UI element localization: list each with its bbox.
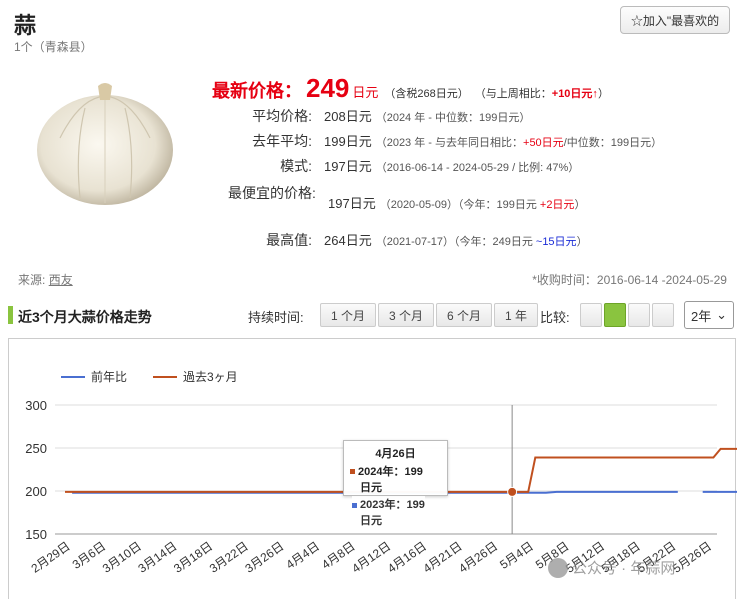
tooltip-2024-unit: 日元 [360,482,382,494]
tooltip-date: 4月26日 [375,448,416,460]
tooltip-2023-value: 2023年：199 [360,499,425,511]
latest-price-label: 最新价格： [212,81,302,101]
stat-highest-note: （2021-07-17）（今年：249日元 ~15日元） [376,233,588,249]
x-tick-label: 4月12日 [349,539,393,576]
note-red: +2日元 [539,199,575,211]
x-tick-label: 5月26日 [670,539,714,576]
year-select-value: 2年 [691,308,712,324]
page-title: 蒜 [14,13,37,38]
square-icon [350,468,355,474]
note-blue: ~15日元 [535,236,577,248]
compare-label: 比较: [540,310,570,325]
stat-cheapest: 197日元 （2020-05-09）（今年：199日元 +2日元） [328,193,585,212]
duration-buttons: 1 个月 3 个月 6 个月 1 年 [320,303,540,327]
compare-toggle-4[interactable] [652,303,674,327]
source-label: 来源: [18,273,46,287]
stat-highest-label: 最高值: [266,232,312,248]
duration-6-month-button[interactable]: 6 个月 [436,303,493,327]
garlic-image [37,83,173,205]
x-tick-label: 4月26日 [456,539,500,576]
x-tick-label: 3月18日 [171,539,215,576]
duration-label: 持续时间: [248,310,304,325]
legend-label: 過去3ヶ月 [183,370,238,384]
compare-toggles [580,303,674,327]
stat-cheapest-label: 最便宜的价格: [228,185,316,201]
duration-1-month-button[interactable]: 1 个月 [320,303,377,327]
compare-value: +10日元↑ [551,88,598,100]
section-accent-bar [8,306,13,324]
x-tick-label: 3月26日 [242,539,286,576]
compare-toggle-2[interactable] [604,303,626,327]
x-tick-label: 2月29日 [29,539,73,576]
legend-label: 前年比 [91,369,127,384]
chart-tooltip: 4月26日 2024年：199 日元 [343,440,448,496]
stat-average-note: （2024 年 - 中位数：199日元） [375,112,531,124]
stat-average-label: 平均价格: [252,108,312,124]
x-tick-label: 4月16日 [385,539,429,576]
latest-price-value: 249 [306,73,350,103]
x-tick-label: 4月21日 [421,539,465,576]
year-select[interactable]: 2年 ⌄ [684,301,734,329]
x-tick-label: 4月4日 [283,539,322,572]
stat-mode: 模式: 197日元 （2016-06-14 - 2024-05-29 / 比例:… [220,156,579,176]
stat-highest-value: 264日元 [324,233,372,248]
y-tick-label: 150 [25,527,47,542]
watermark-text: 公众号 · 年蒜网 [572,560,676,577]
y-tick-label: 300 [25,398,47,413]
stat-mode-note: （2016-06-14 - 2024-05-29 / 比例: 47%） [375,162,580,174]
note-post: ） [576,236,588,248]
compare-toggle-1[interactable] [580,303,602,327]
stat-last-year-note: （2023 年 - 与去年同日相比：+50日元/中位数：199日元） [376,134,662,150]
compare-prefix: （与上周相比： [474,88,552,100]
note-pre: （2023 年 - 与去年同日相比： [375,137,524,149]
stat-last-year-label: 去年平均: [252,133,312,149]
note-post: /中位数：199日元） [563,137,663,149]
latest-price-compare: （与上周相比：+10日元↑） [475,85,609,101]
stat-average-value: 208日元 [324,109,372,124]
y-tick-label: 250 [25,441,47,456]
x-tick-label: 5月4日 [497,539,536,572]
x-tick-label: 3月22日 [207,539,251,576]
note-red: +50日元 [523,137,564,149]
add-favorite-label: ☆加入"最喜欢的 [630,13,720,28]
chevron-down-icon: ⌄ [716,307,727,322]
duration-1-year-button[interactable]: 1 年 [494,303,539,327]
stat-mode-value: 197日元 [324,159,372,174]
tooltip-2024-value: 2024年：199 [358,466,423,478]
wechat-icon [548,557,568,578]
tooltip-row-2024: 2024年：199 [350,463,441,479]
compare-toggle-3[interactable] [628,303,650,327]
tooltip-2023-unit: 日元 [360,515,382,527]
tooltip-row-2023: 2023年：199 日元 [352,496,425,528]
stat-highest: 最高值: 264日元 （2021-07-17）（今年：249日元 ~15日元） [220,230,588,250]
product-subtitle: 1个（青森县） [14,40,93,54]
stat-mode-label: 模式: [280,158,312,174]
section-title: 近3个月大蒜价格走势 [18,309,152,325]
latest-price-unit: 日元 [352,85,379,100]
x-tick-label: 3月14日 [136,539,180,576]
note-post: ） [574,199,586,211]
source-link[interactable]: 西友 [49,273,73,287]
source-info: 来源: 西友 [18,271,73,288]
stat-last-year: 去年平均: 199日元 （2023 年 - 与去年同日相比：+50日元/中位数：… [220,131,662,151]
latest-price: 最新价格： 249 日元 （含税268日元） （与上周相比：+10日元↑） [212,73,609,104]
stat-cheapest-value: 197日元 [328,196,376,211]
watermark: 公众号 · 年蒜网 [548,557,675,578]
duration-3-month-button[interactable]: 3 个月 [378,303,435,327]
add-favorite-button[interactable]: ☆加入"最喜欢的 [620,6,730,34]
y-tick-label: 200 [25,484,47,499]
hover-point [507,486,518,497]
stat-last-year-value: 199日元 [324,134,372,149]
x-tick-label: 3月10日 [100,539,144,576]
collection-period: *收购时间：2016-06-14 -2024-05-29 [532,273,727,287]
latest-price-tax: （含税268日元） [384,88,469,100]
square-icon [352,503,357,508]
note-pre: （2020-05-09）（今年：199日元 [379,199,537,211]
stat-average: 平均价格: 208日元 （2024 年 - 中位数：199日元） [220,106,530,126]
stat-cheapest-note: （2020-05-09）（今年：199日元 +2日元） [380,196,586,212]
compare-suffix: ） [597,88,609,100]
note-pre: （2021-07-17）（今年：249日元 [375,236,533,248]
